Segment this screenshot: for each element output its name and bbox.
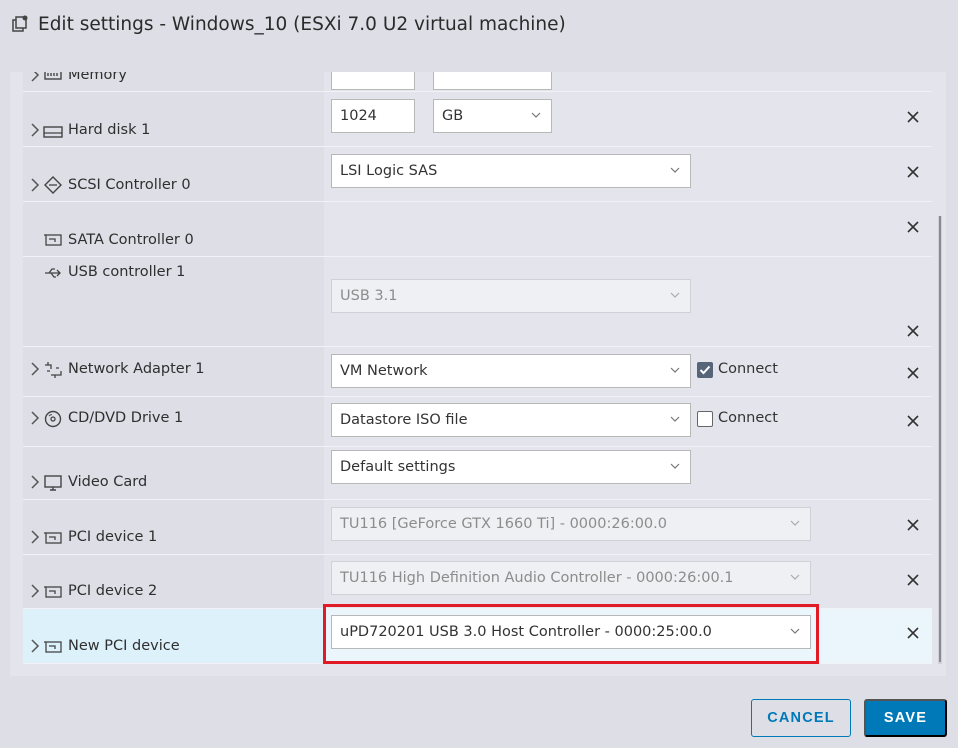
network-select[interactable]: VM Network: [331, 354, 691, 388]
network-adapter-icon: [45, 362, 62, 378]
device-label: SATA Controller 0: [68, 232, 194, 248]
scrollbar-thumb[interactable]: [939, 216, 941, 662]
memory-icon: [44, 72, 62, 80]
scsi-type-select[interactable]: LSI Logic SAS: [331, 154, 691, 188]
device-label: Hard disk 1: [68, 122, 151, 138]
pci-device-icon: [44, 532, 62, 544]
device-row-usb: USB controller 1 USB 3.1: [23, 257, 932, 347]
device-row-sata: SATA Controller 0: [23, 202, 932, 257]
usb-icon: [45, 268, 61, 278]
device-row-memory: Memory: [23, 72, 932, 92]
device-label: CD/DVD Drive 1: [68, 410, 184, 426]
device-label: PCI device 1: [68, 529, 158, 545]
device-label: USB controller 1: [68, 264, 186, 280]
sata-controller-icon: [44, 234, 62, 246]
remove-device-icon[interactable]: [906, 366, 920, 380]
monitor-icon: [44, 475, 62, 491]
chevron-right-icon[interactable]: [29, 72, 41, 82]
video-settings-select[interactable]: Default settings: [331, 450, 691, 484]
pci-device-2-select[interactable]: TU116 High Definition Audio Controller -…: [331, 561, 811, 595]
chevron-right-icon[interactable]: [29, 362, 41, 376]
network-connect-checkbox[interactable]: [697, 362, 713, 378]
save-button[interactable]: SAVE: [864, 699, 947, 737]
device-row-video: Video Card Default settings: [23, 447, 932, 500]
device-row-pci-2: PCI device 2 TU116 High Definition Audio…: [23, 555, 932, 609]
device-label: PCI device 2: [68, 583, 158, 599]
pci-device-icon: [44, 641, 62, 653]
virtual-hardware-panel: Memory Hard disk 1 1024 GB SCSI Controll…: [10, 72, 946, 676]
device-label: Video Card: [68, 474, 148, 490]
chevron-right-icon[interactable]: [29, 178, 41, 192]
cancel-button[interactable]: CANCEL: [751, 699, 851, 737]
memory-unit-select[interactable]: [433, 72, 552, 90]
dialog-titlebar: Edit settings - Windows_10 (ESXi 7.0 U2 …: [0, 0, 958, 52]
usb-type-select[interactable]: USB 3.1: [331, 279, 691, 313]
new-pci-device-select[interactable]: uPD720201 USB 3.0 Host Controller - 0000…: [331, 615, 811, 649]
chevron-right-icon[interactable]: [29, 639, 41, 653]
chevron-down-icon: [790, 628, 800, 634]
chevron-right-icon[interactable]: [29, 530, 41, 544]
chevron-right-icon[interactable]: [29, 123, 41, 137]
cdrom-source-select[interactable]: Datastore ISO file: [331, 403, 691, 437]
device-row-scsi: SCSI Controller 0 LSI Logic SAS: [23, 147, 932, 202]
device-label: Memory: [68, 72, 127, 83]
device-row-pci-1: PCI device 1 TU116 [GeForce GTX 1660 Ti]…: [23, 500, 932, 555]
chevron-down-icon: [670, 463, 680, 469]
chevron-down-icon: [670, 167, 680, 173]
chevron-down-icon: [531, 112, 541, 118]
device-row-cdrom: CD/DVD Drive 1 Datastore ISO file Connec…: [23, 397, 932, 447]
device-row-new-pci: New PCI device uPD720201 USB 3.0 Host Co…: [23, 609, 932, 664]
device-list: Memory Hard disk 1 1024 GB SCSI Controll…: [23, 72, 932, 664]
chevron-down-icon: [670, 367, 680, 373]
chevron-down-icon: [790, 520, 800, 526]
device-label: New PCI device: [68, 638, 180, 654]
chevron-right-icon[interactable]: [29, 475, 41, 489]
memory-size-field[interactable]: [331, 72, 415, 90]
pci-device-icon: [44, 586, 62, 598]
chevron-right-icon[interactable]: [29, 411, 41, 425]
chevron-right-icon[interactable]: [29, 584, 41, 598]
device-label: Network Adapter 1: [68, 361, 205, 377]
cdrom-connect-checkbox[interactable]: [697, 411, 713, 427]
device-row-hard-disk: Hard disk 1 1024 GB: [23, 92, 932, 147]
device-label: SCSI Controller 0: [68, 177, 191, 193]
cdrom-connect-label: Connect: [718, 410, 778, 426]
scsi-controller-icon: [44, 176, 62, 194]
remove-device-icon[interactable]: [906, 414, 920, 428]
remove-device-icon[interactable]: [906, 518, 920, 532]
cd-dvd-icon: [44, 410, 62, 428]
device-row-network: Network Adapter 1 VM Network Connect: [23, 347, 932, 397]
vm-settings-icon: [12, 15, 28, 32]
disk-size-input[interactable]: 1024: [331, 99, 415, 133]
disk-unit-select[interactable]: GB: [433, 99, 552, 133]
remove-device-icon[interactable]: [906, 324, 920, 338]
remove-device-icon[interactable]: [906, 110, 920, 124]
remove-device-icon[interactable]: [906, 626, 920, 640]
remove-device-icon[interactable]: [906, 573, 920, 587]
chevron-down-icon: [670, 416, 680, 422]
remove-device-icon[interactable]: [906, 220, 920, 234]
remove-device-icon[interactable]: [906, 165, 920, 179]
hard-disk-icon: [43, 126, 63, 138]
checkmark-icon: [699, 365, 711, 375]
chevron-down-icon: [670, 292, 680, 298]
dialog-title: Edit settings - Windows_10 (ESXi 7.0 U2 …: [38, 14, 566, 35]
network-connect-label: Connect: [718, 361, 778, 377]
chevron-down-icon: [790, 574, 800, 580]
pci-device-1-select[interactable]: TU116 [GeForce GTX 1660 Ti] - 0000:26:00…: [331, 507, 811, 541]
